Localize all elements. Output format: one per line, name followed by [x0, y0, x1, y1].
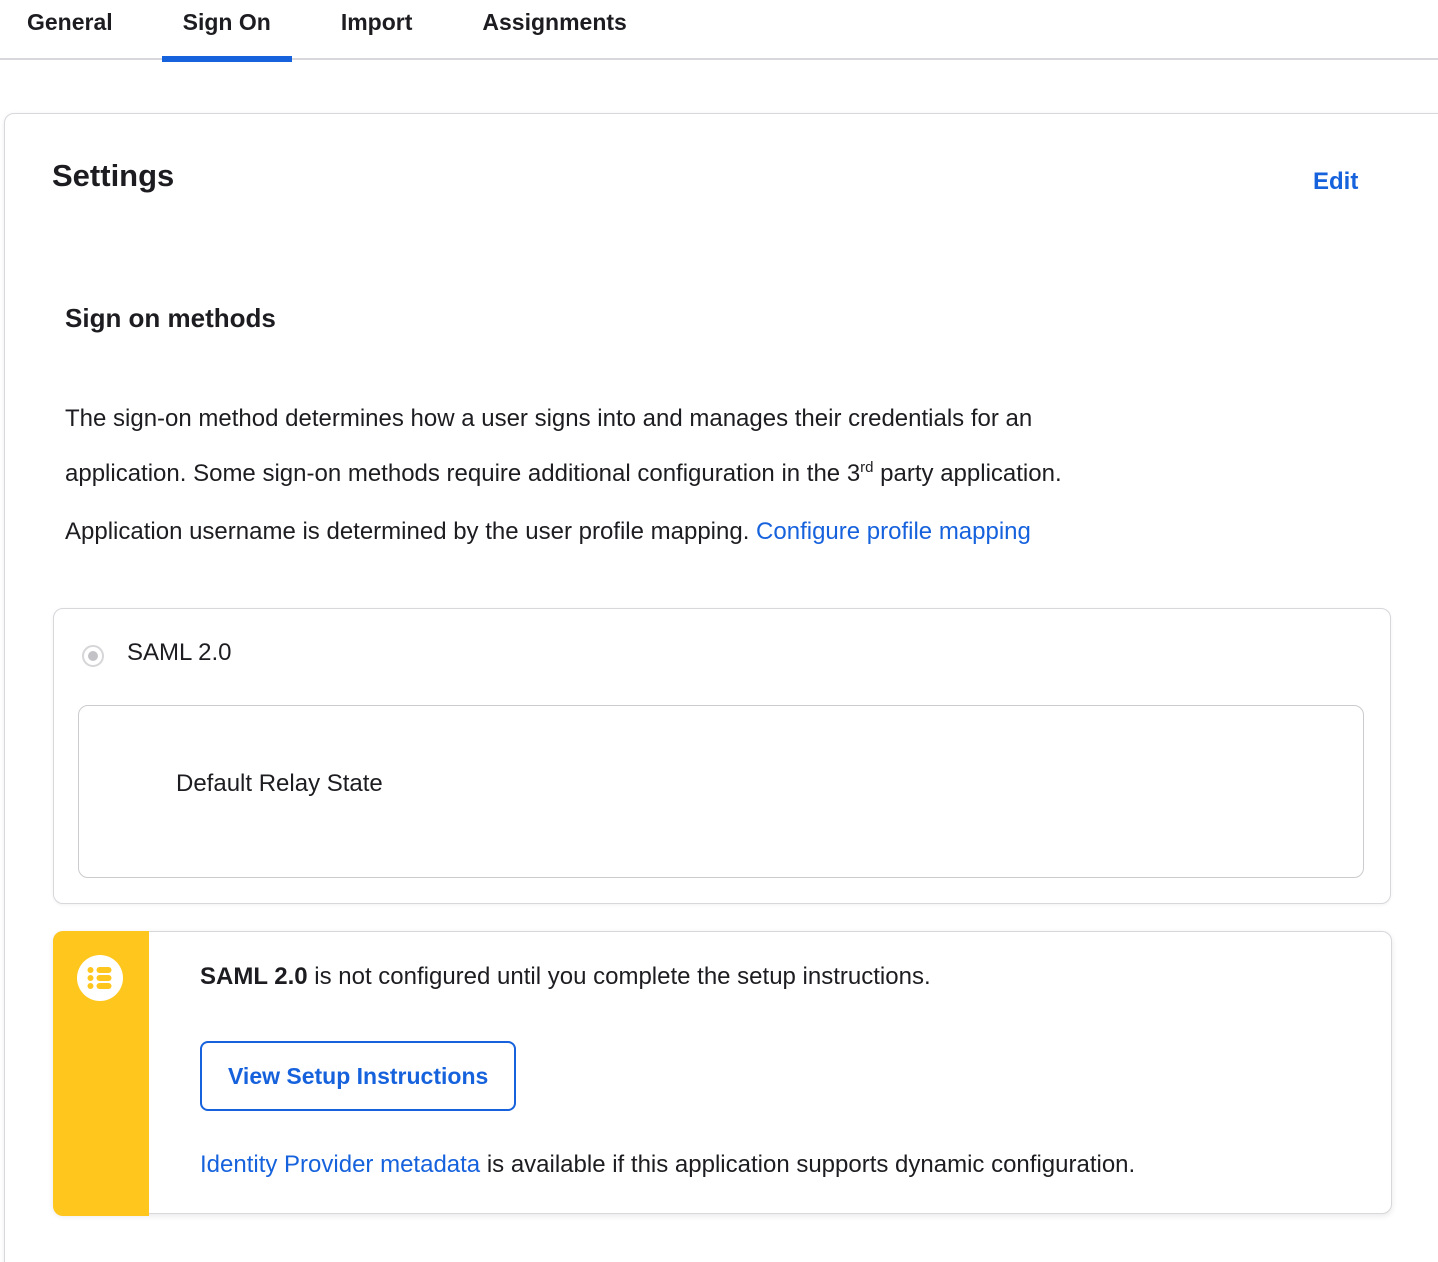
settings-card: Settings Edit Sign on methods The sign-o…: [4, 113, 1438, 1262]
warning-message: SAML 2.0 is not configured until you com…: [200, 963, 931, 990]
tab-sign-on[interactable]: Sign On: [161, 0, 293, 62]
identity-provider-metadata-link[interactable]: Identity Provider metadata: [200, 1151, 480, 1178]
saml-option-label: SAML 2.0: [127, 639, 232, 666]
configure-profile-mapping-link[interactable]: Configure profile mapping: [756, 518, 1031, 545]
description-line-2: application. Some sign-on methods requir…: [65, 459, 1062, 487]
sign-on-description: The sign-on method determines how a user…: [65, 394, 1062, 498]
app-tab-bar: General Sign On Import Assignments: [0, 0, 1438, 62]
metadata-text: Identity Provider metadata is available …: [200, 1151, 1136, 1178]
username-mapping-text: Application username is determined by th…: [65, 518, 1031, 545]
bulleted-list-icon: [77, 955, 123, 1001]
warning-message-bold: SAML 2.0: [200, 963, 308, 990]
warning-accent-strip: [53, 931, 149, 1216]
tab-import[interactable]: Import: [320, 0, 434, 60]
tab-assignments[interactable]: Assignments: [461, 0, 647, 60]
saml-radio-button[interactable]: [82, 645, 104, 667]
edit-link[interactable]: Edit: [1313, 168, 1358, 196]
tab-general[interactable]: General: [6, 0, 134, 60]
sign-on-methods-heading: Sign on methods: [65, 303, 276, 333]
default-relay-state-box: Default Relay State: [78, 705, 1364, 878]
view-setup-instructions-button[interactable]: View Setup Instructions: [200, 1041, 517, 1111]
radio-dot: [88, 651, 98, 661]
saml-warning-callout: SAML 2.0 is not configured until you com…: [53, 931, 1392, 1216]
description-line-1: The sign-on method determines how a user…: [65, 405, 1033, 432]
default-relay-state-label: Default Relay State: [176, 770, 383, 797]
saml-option-box: SAML 2.0 Default Relay State: [53, 608, 1391, 904]
settings-title: Settings: [52, 158, 175, 193]
ordinal-superscript: rd: [860, 459, 874, 476]
